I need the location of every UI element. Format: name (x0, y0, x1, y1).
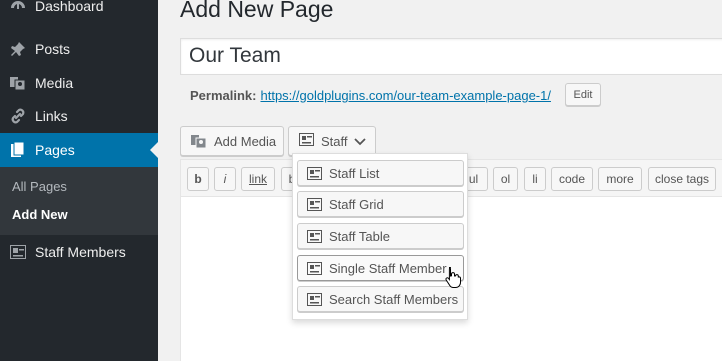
sidebar-item-label: Posts (35, 41, 71, 57)
id-card-icon (307, 166, 322, 180)
quicktag-more-button[interactable]: more (598, 167, 642, 191)
staff-menu-item-single-staff-member[interactable]: Single Staff Member (297, 255, 464, 281)
staff-menu-item-staff-grid[interactable]: Staff Grid (297, 191, 464, 217)
permalink-edit-button[interactable]: Edit (565, 83, 601, 106)
quicktag-ol-button[interactable]: ol (493, 167, 518, 191)
page-title: Add New Page (180, 0, 334, 22)
sidebar-item-label: Media (35, 75, 74, 91)
sidebar-item-label: Dashboard (35, 0, 104, 14)
quicktag-link-button[interactable]: link (241, 167, 275, 191)
add-media-label: Add Media (214, 133, 277, 149)
staff-button-label: Staff (321, 133, 348, 149)
staff-menu-item-label: Staff Grid (329, 196, 384, 212)
id-card-icon (299, 133, 314, 149)
sidebar-item-label: Pages (35, 142, 75, 158)
staff-menu-item-label: Staff List (329, 165, 380, 181)
quicktag-close-tags-button[interactable]: close tags (648, 167, 716, 191)
staff-menu-item-label: Search Staff Members (329, 291, 459, 307)
staff-dropdown-button[interactable]: Staff (288, 126, 376, 156)
staff-menu-item-staff-table[interactable]: Staff Table (297, 223, 464, 249)
sidebar-item-staff-members[interactable]: Staff Members (0, 235, 158, 269)
permalink-row: Permalink: https://goldplugins.com/our-t… (190, 88, 551, 103)
id-card-icon (307, 197, 322, 211)
permalink-label: Permalink: (190, 88, 257, 103)
quicktag-li-button[interactable]: li (524, 167, 546, 191)
title-input[interactable]: Our Team (180, 38, 722, 75)
staff-menu-item-search-staff-members[interactable]: Search Staff Members (297, 286, 464, 312)
staff-menu-item-staff-list[interactable]: Staff List (297, 160, 464, 186)
quicktag-bold-button[interactable]: b (187, 167, 209, 191)
dashboard-icon (9, 0, 27, 15)
media-icon (190, 133, 208, 149)
quicktag-italic-button[interactable]: i (214, 167, 236, 191)
sidebar-item-pages[interactable]: Pages (0, 133, 158, 167)
staff-menu-item-label: Single Staff Member (329, 260, 447, 276)
link-icon (9, 107, 27, 125)
add-media-button[interactable]: Add Media (180, 126, 284, 156)
id-card-icon (307, 229, 322, 243)
media-icon (9, 74, 27, 92)
pin-icon (9, 40, 27, 58)
id-card-icon (307, 292, 322, 306)
sidebar-item-dashboard[interactable]: Dashboard (0, 0, 158, 23)
staff-menu-item-label: Staff Table (329, 228, 390, 244)
submenu-item-add-new[interactable]: Add New (12, 207, 68, 222)
pages-icon (9, 141, 27, 159)
id-card-icon (307, 261, 322, 275)
sidebar-item-label: Staff Members (35, 244, 126, 260)
admin-sidebar: Dashboard Posts Media Links Pages All Pa… (0, 0, 158, 361)
quicktag-code-button[interactable]: code (551, 167, 593, 191)
hand-pointer-cursor-icon (444, 266, 462, 288)
sidebar-item-posts[interactable]: Posts (0, 32, 158, 66)
submenu-item-all-pages[interactable]: All Pages (12, 179, 67, 194)
sidebar-item-links[interactable]: Links (0, 99, 158, 133)
permalink-link[interactable]: https://goldplugins.com/our-team-example… (260, 88, 550, 103)
pages-submenu: All Pages Add New (0, 167, 158, 235)
chevron-down-icon (353, 134, 366, 149)
sidebar-item-label: Links (35, 108, 68, 124)
id-card-icon (9, 243, 27, 261)
sidebar-item-media[interactable]: Media (0, 66, 158, 100)
